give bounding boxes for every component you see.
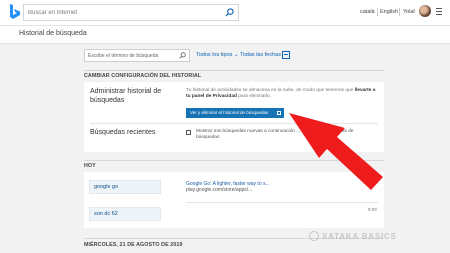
watermark-logo <box>309 231 319 241</box>
watermark-text: XATAKA BASICS <box>322 232 397 241</box>
page-title: Historial de búsqueda <box>19 30 87 37</box>
hamburger-menu-icon[interactable] <box>436 8 442 15</box>
manage-history-description: Tu historial de actividades se almacena … <box>186 88 376 100</box>
search-box <box>23 4 239 21</box>
section-divider <box>84 160 384 161</box>
language-link-catala[interactable]: català <box>360 9 375 15</box>
language-link-english[interactable]: English <box>380 9 398 15</box>
search-icon[interactable] <box>225 8 234 17</box>
manage-desc-text: Tu historial de actividades se almacena … <box>186 88 355 93</box>
divider <box>399 8 400 16</box>
settings-section-title: CAMBIAR CONFIGURACIÓN DEL HISTORIAL <box>84 73 202 79</box>
search-icon[interactable] <box>179 52 186 59</box>
date-filter-dropdown[interactable]: Todas las fechas <box>240 52 281 58</box>
avatar[interactable] <box>419 5 431 17</box>
history-time: 10: <box>369 182 376 187</box>
history-card: google go Google Go: A lighter, faster w… <box>84 172 384 228</box>
history-result-url: play.google.com/store/apps/... <box>186 187 253 193</box>
history-search-input[interactable] <box>88 50 180 61</box>
type-filter-dropdown[interactable]: Todos los tipos ⌄ <box>196 52 239 58</box>
history-query-item[interactable]: google go <box>89 180 161 194</box>
user-name[interactable]: Yolal <box>403 9 415 15</box>
view-delete-history-button[interactable]: Ver y eliminar el historial de búsquedas <box>186 108 284 118</box>
page-title-bar: Historial de búsqueda <box>0 26 450 44</box>
search-input[interactable] <box>28 5 218 20</box>
view-delete-history-label: Ver y eliminar el historial de búsquedas <box>190 110 269 115</box>
today-section-title: HOY <box>84 163 96 169</box>
manage-history-label: Administrar historial de búsquedas <box>90 88 162 104</box>
bing-logo-icon[interactable] <box>9 4 21 20</box>
show-recent-searches-checkbox[interactable] <box>186 130 191 135</box>
external-link-icon <box>277 111 281 115</box>
calendar-icon[interactable] <box>282 51 290 59</box>
settings-card: Administrar historial de búsquedas Tu hi… <box>84 82 384 152</box>
divider <box>90 123 378 124</box>
section-divider <box>84 70 384 71</box>
divider <box>377 8 378 16</box>
history-search-box <box>84 49 190 62</box>
date-section-title: MIÉRCOLES, 21 DE AGOSTO DE 2019 <box>84 242 183 248</box>
recent-searches-label: Búsquedas recientes <box>90 129 156 136</box>
show-recent-searches-label: Mostrar mis búsquedas nuevas a continuac… <box>196 129 354 140</box>
manage-desc-suffix: para eliminarlo. <box>236 94 272 99</box>
history-query-item[interactable]: son dc 62 <box>89 207 161 221</box>
divider <box>186 202 378 203</box>
history-time: 9:09 <box>368 207 377 212</box>
top-bar: català English Yolal <box>0 0 450 26</box>
